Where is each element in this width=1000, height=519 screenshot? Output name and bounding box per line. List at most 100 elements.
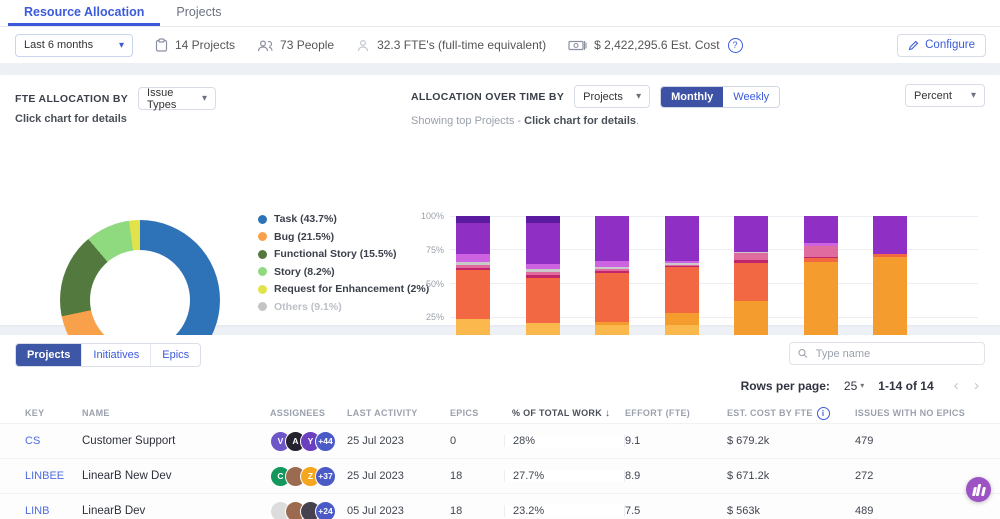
people-icon [257, 39, 273, 51]
donut-legend-item[interactable]: Others (9.1%) [258, 301, 429, 313]
donut-legend-item[interactable]: Task (43.7%) [258, 213, 429, 225]
bar-segment[interactable] [456, 222, 490, 254]
column-header-label: % OF TOTAL WORK [512, 407, 602, 418]
stacked-bar[interactable] [803, 216, 838, 351]
column-header[interactable]: % OF TOTAL WORK ↓ [512, 408, 625, 419]
entity-tab-projects[interactable]: Projects [16, 344, 83, 366]
cell-est_cost: $ 671.2k [727, 470, 770, 482]
project-key-link[interactable]: LINB [25, 505, 82, 517]
over-time-by-select[interactable]: Projects ▾ [574, 85, 651, 108]
entity-tabs: Projects Initiatives Epics [15, 343, 202, 367]
period-select[interactable]: Last 6 months ▾ [15, 33, 133, 57]
column-header[interactable]: ISSUES WITH NO EPICS [855, 408, 1000, 418]
toggle-weekly[interactable]: Weekly [723, 86, 780, 107]
toggle-monthly[interactable]: Monthly [661, 86, 724, 107]
bar-segment[interactable] [734, 263, 768, 302]
range-label: 1-14 of 14 [878, 378, 934, 393]
bar-segment[interactable] [525, 278, 560, 323]
project-key-link[interactable]: LINBEE [25, 470, 82, 482]
column-header[interactable]: KEY [25, 408, 82, 418]
entity-tab-initiatives[interactable]: Initiatives [82, 344, 152, 366]
y-axis-tick-label: 25% [425, 312, 444, 323]
column-header[interactable]: EPICS [450, 408, 512, 418]
chevron-down-icon: ▾ [118, 39, 124, 51]
bar-segment[interactable] [456, 216, 490, 223]
next-page-button[interactable]: › [968, 377, 985, 394]
column-header[interactable]: ASSIGNEES [270, 408, 347, 418]
cell-last_activity: 05 Jul 2023 [347, 505, 404, 517]
chevron-down-icon: ▾ [636, 91, 642, 102]
stacked-bar[interactable] [595, 216, 629, 351]
cell-name: Customer Support [82, 435, 176, 447]
stacked-bar-chart[interactable]: 0%25%50%75%100%JanFebMarAprMayJunJul [421, 211, 978, 366]
stat-cost-label: $ 2,422,295.6 Est. Cost [594, 38, 720, 52]
prev-page-button[interactable]: ‹ [948, 377, 965, 394]
assistant-fab[interactable] [966, 477, 991, 502]
donut-legend-item[interactable]: Functional Story (15.5%) [258, 248, 429, 260]
stacked-bar[interactable] [664, 216, 699, 351]
bar-segment[interactable] [595, 273, 629, 322]
avatar[interactable]: +24 [315, 500, 336, 519]
bar-segment[interactable] [734, 253, 768, 260]
issue-types-select[interactable]: Issue Types ▾ [138, 87, 217, 111]
table-row[interactable]: CS Customer Support V A Y +44 25 Jul 2023 0 28% 9… [0, 423, 1000, 458]
stacked-bar[interactable] [873, 216, 907, 351]
columns-chart-icon [971, 483, 986, 496]
bar-segment[interactable] [456, 270, 490, 319]
search-box[interactable] [789, 342, 985, 365]
column-header[interactable]: EFFORT (FTE) [625, 408, 727, 418]
cash-icon [568, 40, 587, 51]
y-axis-tick-label: 75% [425, 244, 444, 255]
avatar[interactable]: +44 [315, 430, 336, 452]
bar-segment[interactable] [456, 253, 490, 262]
info-icon[interactable]: i [816, 406, 830, 420]
sort-desc-icon[interactable]: ↓ [605, 408, 610, 419]
chevron-down-icon: ▾ [201, 93, 208, 104]
bar-segment[interactable] [873, 216, 907, 254]
table-row[interactable]: LINBEE LinearB New Dev C Z +37 25 Jul 2023 18 2… [0, 458, 1000, 493]
table-header: KEY NAME ASSIGNEES LAST ACTIVITY EPICS % OF T… [0, 403, 1000, 423]
period-select-value: Last 6 months [24, 39, 94, 51]
donut-legend-label: Request for Enhancement (2%) [274, 283, 430, 295]
tab-resource-allocation[interactable]: Resource Allocation [8, 0, 161, 26]
search-input[interactable] [813, 346, 976, 361]
subtitle-suffix: . [636, 115, 640, 127]
column-header[interactable]: LAST ACTIVITY [347, 408, 450, 418]
bar-segment[interactable] [664, 216, 699, 261]
bar-segment[interactable] [525, 216, 560, 223]
bar-segment[interactable] [803, 216, 838, 244]
donut-legend-item[interactable]: Story (8.2%) [258, 266, 429, 278]
period-toggle: Monthly Weekly [660, 85, 781, 108]
bar-segment[interactable] [664, 267, 699, 314]
stat-cost: $ 2,422,295.6 Est. Cost ? [568, 37, 743, 53]
tab-projects[interactable]: Projects [160, 0, 237, 26]
configure-button[interactable]: Configure [897, 33, 986, 57]
project-key-link[interactable]: CS [25, 435, 82, 447]
assignee-avatars: V A Y +44 [270, 430, 347, 452]
donut-legend-item[interactable]: Request for Enhancement (2%) [258, 283, 429, 295]
entity-tab-epics[interactable]: Epics [151, 344, 201, 366]
column-header[interactable]: EST. COST BY FTE i [727, 406, 855, 420]
donut-legend-item[interactable]: Bug (21.5%) [258, 231, 429, 243]
bar-segment[interactable] [803, 245, 838, 257]
bar-segment[interactable] [595, 216, 629, 262]
donut-legend-label: Others (9.1%) [274, 300, 342, 313]
sorted-cell-highlight: 28% [504, 435, 625, 447]
unit-select[interactable]: Percent ▾ [905, 84, 985, 107]
rows-per-page-select[interactable]: 25 ▾ [844, 379, 864, 393]
bar-segment[interactable] [664, 313, 699, 325]
help-icon[interactable]: ? [727, 37, 743, 53]
avatar[interactable]: +37 [315, 465, 336, 487]
stat-fte-label: 32.3 FTE's (full-time equivalent) [377, 38, 547, 52]
bar-segment[interactable] [734, 216, 768, 253]
legend-dot-icon [258, 214, 267, 224]
stacked-bar[interactable] [525, 216, 560, 351]
bar-segment[interactable] [525, 222, 560, 264]
stacked-bar[interactable] [734, 216, 768, 351]
cell-name: LinearB New Dev [82, 470, 172, 482]
table-row[interactable]: LINB LinearB Dev +24 05 Jul 2023 18 23.2% 7.5 $… [0, 493, 1000, 519]
stacked-bar[interactable] [456, 216, 490, 351]
filter-bar: Last 6 months ▾ 14 Projects 73 People 32… [0, 27, 1000, 63]
column-header[interactable]: NAME [82, 408, 270, 418]
cell-effort_fte: 8.9 [625, 470, 641, 482]
